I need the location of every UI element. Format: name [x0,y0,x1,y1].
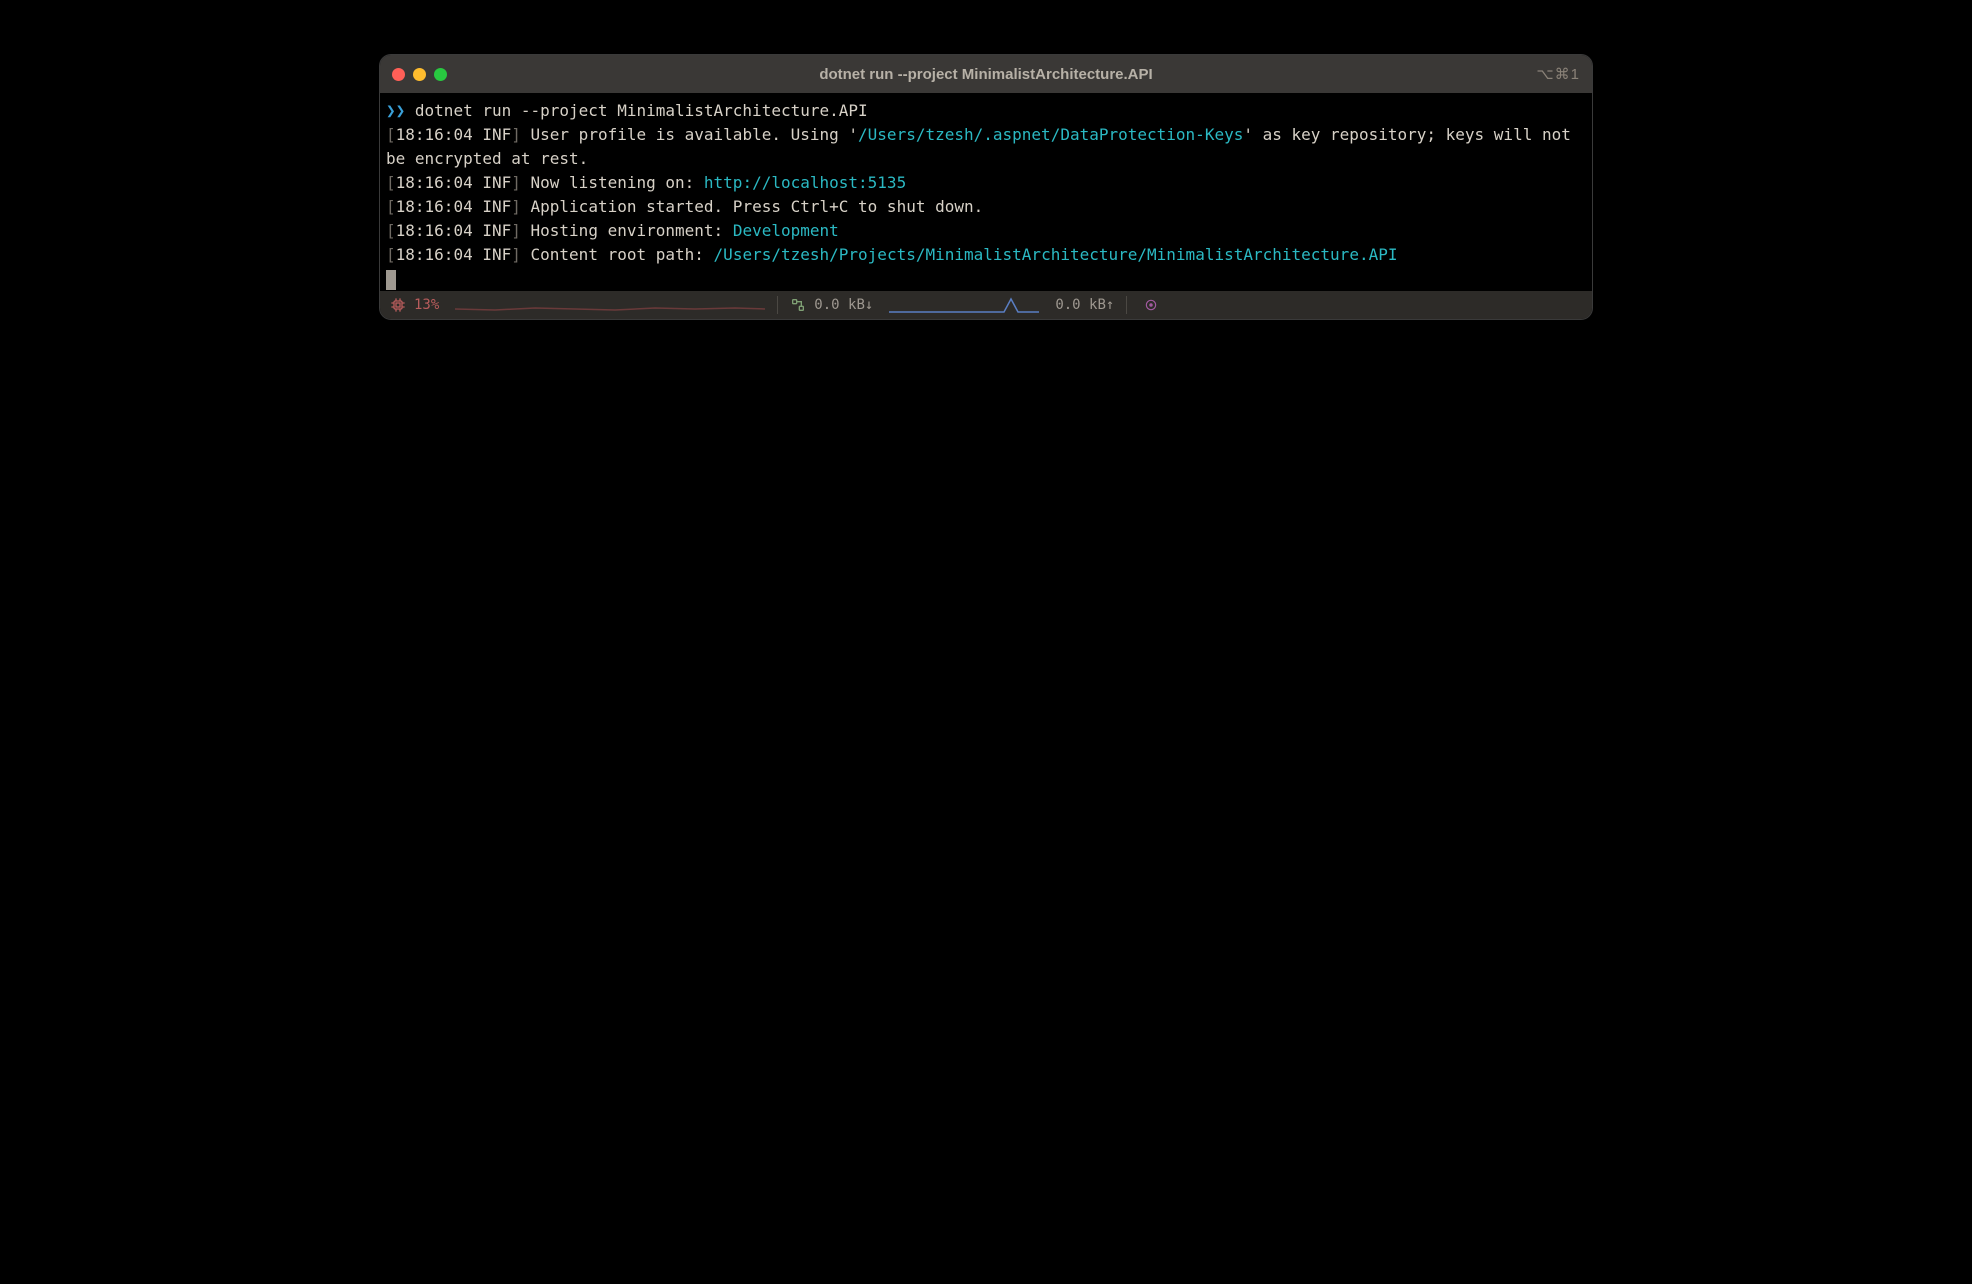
log-level: INF [482,173,511,192]
network-sparkline [889,295,1039,315]
statusbar-divider [777,296,778,314]
log-time: 18:16:04 [396,125,473,144]
prompt-chevrons: ❯❯ [386,101,405,120]
log-time: 18:16:04 [396,245,473,264]
target-icon [1143,297,1159,313]
log-line: [18:16:04 INF] User profile is available… [386,123,1586,171]
log-bracket: [ [386,125,396,144]
log-time: 18:16:04 [396,197,473,216]
log-segment: Development [733,221,839,240]
log-level: INF [482,125,511,144]
log-segment: /Users/tzesh/Projects/MinimalistArchitec… [714,245,1398,264]
log-segment: Application started. Press Ctrl+C to shu… [531,197,984,216]
statusbar-divider-2 [1126,296,1127,314]
log-segment: Content root path: [531,245,714,264]
traffic-lights [392,68,447,81]
log-line: [18:16:04 INF] Now listening on: http://… [386,171,1586,195]
log-bracket: ] [511,245,530,264]
log-line: [18:16:04 INF] Content root path: /Users… [386,243,1586,267]
cpu-sparkline [455,297,765,313]
log-segment: User profile is available. Using ' [531,125,859,144]
terminal-window: dotnet run --project MinimalistArchitect… [379,54,1593,320]
terminal-cursor [386,270,396,290]
log-segment: Hosting environment: [531,221,733,240]
prompt-command: dotnet run --project MinimalistArchitect… [415,101,868,120]
prompt-line: ❯❯ dotnet run --project MinimalistArchit… [386,99,1586,123]
log-bracket: ] [511,197,530,216]
minimize-button[interactable] [413,68,426,81]
statusbar-network: 0.0 kB↓ 0.0 kB↑ [790,295,1114,315]
log-segment: /Users/tzesh/.aspnet/DataProtection-Keys [858,125,1243,144]
log-line: [18:16:04 INF] Hosting environment: Deve… [386,219,1586,243]
log-bracket: [ [386,173,396,192]
statusbar: 13% 0.0 kB↓ 0.0 kB↑ [380,291,1592,319]
window-shortcut-hint: ⌥⌘1 [1536,65,1580,83]
log-bracket: [ [386,221,396,240]
network-up: 0.0 kB↑ [1055,297,1114,313]
log-time: 18:16:04 [396,221,473,240]
log-bracket: [ [386,197,396,216]
log-bracket: ] [511,125,530,144]
log-line: [18:16:04 INF] Application started. Pres… [386,195,1586,219]
log-level: INF [482,197,511,216]
log-bracket: ] [511,173,530,192]
log-level: INF [482,245,511,264]
close-button[interactable] [392,68,405,81]
cpu-usage: 13% [414,297,439,313]
zoom-button[interactable] [434,68,447,81]
statusbar-cpu: 13% [390,297,765,313]
log-time: 18:16:04 [396,173,473,192]
log-bracket: [ [386,245,396,264]
cpu-icon [390,297,406,313]
log-level: INF [482,221,511,240]
log-bracket: ] [511,221,530,240]
window-title: dotnet run --project MinimalistArchitect… [380,66,1592,83]
network-icon [790,297,806,313]
terminal-output[interactable]: ❯❯ dotnet run --project MinimalistArchit… [380,93,1592,291]
log-segment: Now listening on: [531,173,704,192]
titlebar[interactable]: dotnet run --project MinimalistArchitect… [380,55,1592,93]
cursor-line [386,267,1586,291]
network-down: 0.0 kB↓ [814,297,873,313]
log-segment: http://localhost:5135 [704,173,906,192]
